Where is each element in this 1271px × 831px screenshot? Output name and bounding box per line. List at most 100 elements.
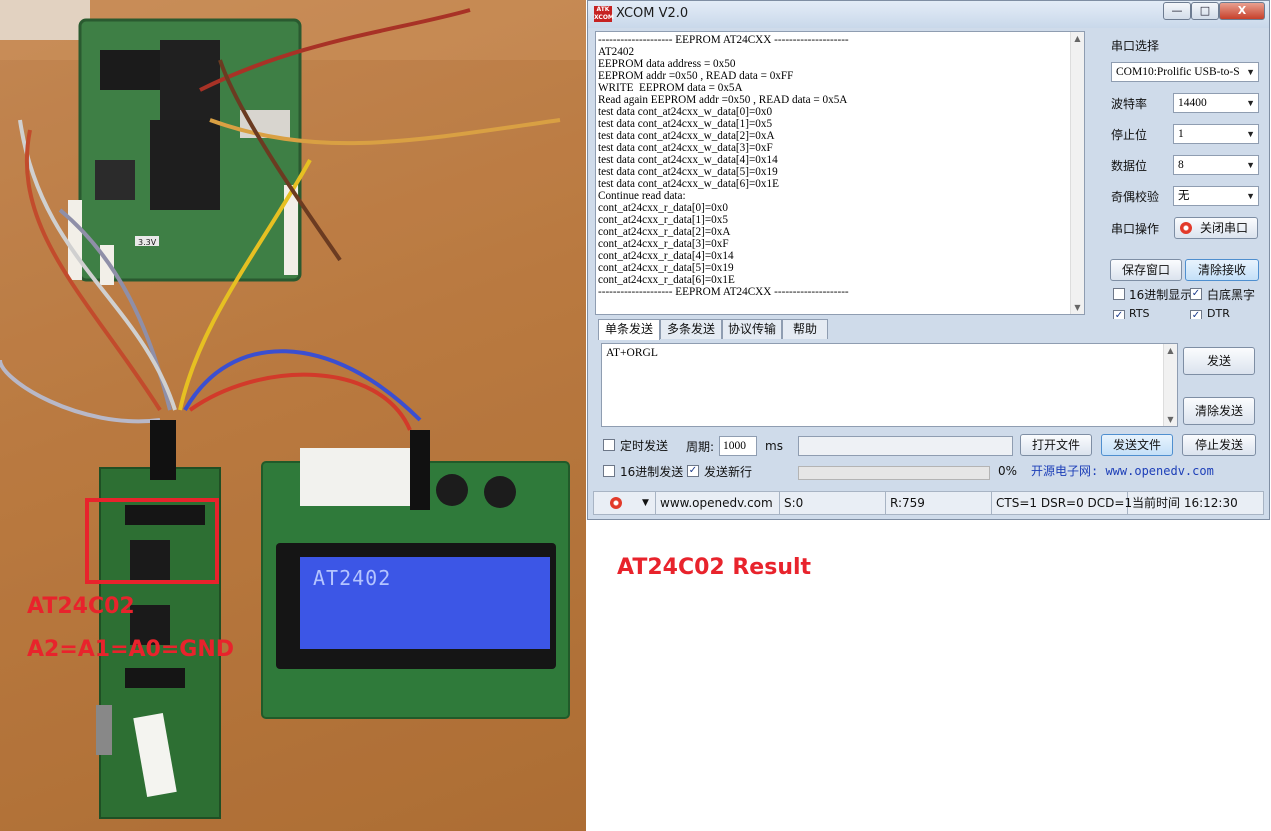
receive-line: test data cont_at24cxx_w_data[3]=0xF: [598, 142, 773, 154]
scroll-down-icon[interactable]: ▼: [1071, 303, 1084, 312]
rts-label: RTS: [1129, 307, 1150, 319]
send-button[interactable]: 发送: [1183, 347, 1255, 375]
receive-line: WRITE EEPROM data = 0x5A: [598, 82, 743, 94]
scroll-up-icon[interactable]: ▲: [1164, 346, 1177, 355]
maximize-button[interactable]: □: [1191, 2, 1219, 20]
send-text: AT+ORGL: [606, 347, 658, 359]
baud-value: 14400: [1178, 97, 1207, 109]
dtr-label: DTR: [1207, 307, 1230, 319]
stopbits-label: 停止位: [1111, 128, 1148, 142]
port-label: 串口选择: [1111, 39, 1160, 53]
receive-line: cont_at24cxx_r_data[1]=0x5: [598, 214, 728, 226]
hardware-illustration: 3.3V: [0, 0, 586, 831]
parity-value: 无: [1178, 190, 1190, 202]
tab-single-send[interactable]: 单条发送: [598, 319, 660, 340]
close-port-button[interactable]: 关闭串口: [1174, 217, 1258, 239]
chevron-down-icon: ▼: [1246, 129, 1255, 139]
receive-line: AT2402: [598, 46, 635, 58]
white-bg-checkbox[interactable]: ✓: [1190, 288, 1202, 300]
address-annotation: A2=A1=A0=GND: [27, 637, 235, 662]
receive-line: EEPROM data address = 0x50: [598, 58, 736, 70]
receive-line: cont_at24cxx_r_data[5]=0x19: [598, 262, 734, 274]
databits-label: 数据位: [1111, 159, 1148, 173]
lcd-display-text: AT2402: [313, 566, 392, 590]
chip-annotation: AT24C02: [27, 594, 135, 619]
status-time: 当前时间 16:12:30: [1132, 496, 1238, 510]
status-record-cell[interactable]: ▼: [594, 492, 656, 514]
tab-protocol[interactable]: 协议传输: [722, 319, 782, 339]
receive-line: -------------------- EEPROM AT24CXX ----…: [598, 34, 849, 46]
close-window-button[interactable]: X: [1219, 2, 1265, 20]
receive-line: test data cont_at24cxx_w_data[0]=0x0: [598, 106, 773, 118]
send-file-button[interactable]: 发送文件: [1101, 434, 1173, 456]
stop-send-button[interactable]: 停止发送: [1182, 434, 1256, 456]
baud-select[interactable]: 14400 ▼: [1173, 93, 1259, 113]
close-port-label: 关闭串口: [1199, 221, 1248, 235]
receive-line: EEPROM addr =0x50 , READ data = 0xFF: [598, 70, 794, 82]
chevron-down-icon: ▼: [1246, 98, 1255, 108]
receive-line: test data cont_at24cxx_w_data[1]=0x5: [598, 118, 773, 130]
clear-send-button[interactable]: 清除发送: [1183, 397, 1255, 425]
newline-checkbox[interactable]: ✓: [687, 465, 699, 477]
lcd-module: [261, 430, 570, 719]
stopbits-value: 1: [1178, 128, 1184, 140]
parity-select[interactable]: 无 ▼: [1173, 186, 1259, 206]
databits-value: 8: [1178, 159, 1184, 171]
receive-line: cont_at24cxx_r_data[0]=0x0: [598, 202, 728, 214]
send-input[interactable]: AT+ORGL ▲ ▼: [601, 343, 1178, 427]
tab-help[interactable]: 帮助: [782, 319, 828, 339]
parity-label: 奇偶校验: [1111, 190, 1160, 204]
receive-line: test data cont_at24cxx_w_data[4]=0x14: [598, 154, 778, 166]
chevron-down-icon: ▼: [1246, 67, 1255, 77]
timed-send-checkbox[interactable]: [603, 439, 615, 451]
save-window-button[interactable]: 保存窗口: [1110, 259, 1182, 281]
receive-line: test data cont_at24cxx_w_data[2]=0xA: [598, 130, 775, 142]
newline-label: 发送新行: [704, 465, 753, 479]
port-op-label: 串口操作: [1111, 222, 1160, 236]
hex-display-label: 16进制显示: [1129, 288, 1193, 302]
period-input[interactable]: 1000: [719, 436, 757, 456]
title-bar: ATK XCOM XCOM V2.0 — □ X: [588, 1, 1269, 28]
receive-line: cont_at24cxx_r_data[4]=0x14: [598, 250, 734, 262]
status-url: www.openedv.com: [656, 492, 780, 514]
receive-line: cont_at24cxx_r_data[6]=0x1E: [598, 274, 735, 286]
hex-display-checkbox[interactable]: [1113, 288, 1125, 300]
record-icon: [1180, 222, 1192, 234]
dtr-checkbox[interactable]: ✓: [1190, 310, 1202, 319]
rts-dtr-row: ✓ RTS ✓ DTR: [1108, 307, 1263, 319]
port-select[interactable]: COM10:Prolific USB-to-S ▼: [1111, 62, 1259, 82]
receive-scrollbar[interactable]: ▲ ▼: [1070, 32, 1084, 314]
receive-text: -------------------- EEPROM AT24CXX ----…: [598, 34, 1068, 298]
controller-board: 3.3V: [68, 18, 302, 285]
send-scrollbar[interactable]: ▲ ▼: [1163, 344, 1177, 426]
rts-checkbox[interactable]: ✓: [1113, 310, 1125, 319]
stopbits-select[interactable]: 1 ▼: [1173, 124, 1259, 144]
receive-area[interactable]: -------------------- EEPROM AT24CXX ----…: [595, 31, 1085, 315]
receive-line: cont_at24cxx_r_data[2]=0xA: [598, 226, 731, 238]
status-sent: S:0: [780, 492, 886, 514]
period-label: 周期:: [686, 440, 715, 454]
open-file-button[interactable]: 打开文件: [1020, 434, 1092, 456]
scroll-down-icon[interactable]: ▼: [1164, 415, 1177, 424]
receive-line: -------------------- EEPROM AT24CXX ----…: [598, 286, 849, 298]
scroll-up-icon[interactable]: ▲: [1071, 34, 1084, 43]
app-logo-icon: ATK XCOM: [594, 6, 614, 22]
hardware-photo: 3.3V AT2402 AT24C02 A2=A1=A0=GND: [0, 0, 586, 831]
clear-receive-button[interactable]: 清除接收: [1185, 259, 1259, 281]
board-3v3-label: 3.3V: [138, 238, 157, 247]
chevron-down-icon: ▼: [1246, 191, 1255, 201]
receive-line: test data cont_at24cxx_w_data[6]=0x1E: [598, 178, 779, 190]
receive-line: Continue read data:: [598, 190, 686, 202]
hex-send-checkbox[interactable]: [603, 465, 615, 477]
send-progress-bar: [798, 466, 990, 480]
databits-select[interactable]: 8 ▼: [1173, 155, 1259, 175]
progress-text: 0%: [998, 464, 1018, 478]
file-path-input[interactable]: [798, 436, 1013, 456]
minimize-button[interactable]: —: [1163, 2, 1191, 20]
site-link[interactable]: 开源电子网: www.openedv.com: [1031, 462, 1214, 479]
status-received: R:759: [886, 492, 992, 514]
chevron-down-icon[interactable]: ▼: [642, 492, 649, 514]
tab-multi-send[interactable]: 多条发送: [660, 319, 722, 339]
receive-line: Read again EEPROM addr =0x50 , READ data…: [598, 94, 848, 106]
window-title: XCOM V2.0: [616, 6, 689, 21]
